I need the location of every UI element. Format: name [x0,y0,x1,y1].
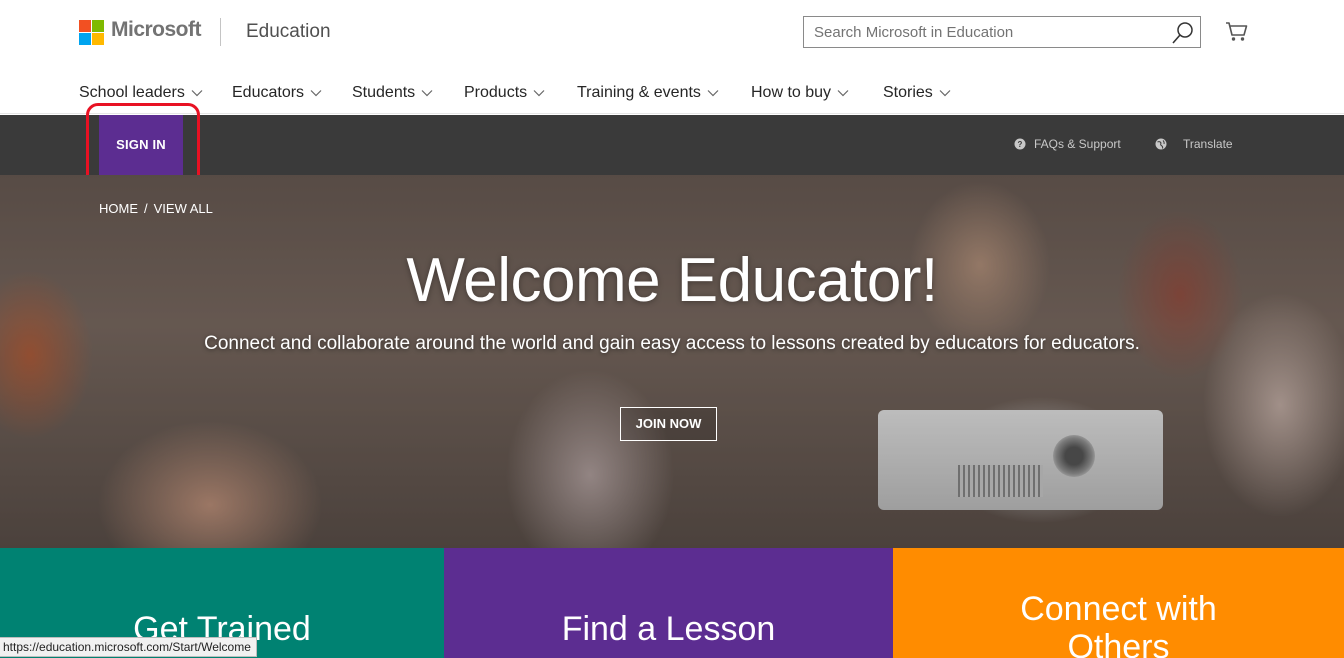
utility-bar: SIGN IN FAQs & Support Translate [0,115,1344,175]
section-name-link[interactable]: Education [246,21,331,43]
nav-item-training-events[interactable]: Training & events [577,84,719,102]
sign-in-button[interactable]: SIGN IN [99,115,183,175]
tile-label: Find a Lesson [561,610,776,648]
nav-item-label: Stories [883,84,933,101]
microsoft-logo-icon[interactable] [79,20,104,45]
status-bar-url: https://education.microsoft.com/Start/We… [0,637,257,657]
search-box [803,16,1201,48]
chevron-down-icon [533,89,545,97]
chevron-down-icon [310,89,322,97]
nav-item-label: Educators [232,84,305,101]
nav-item-stories[interactable]: Stories [883,84,951,102]
hero-title: Welcome Educator! [406,246,938,315]
globe-icon [1155,138,1167,150]
chevron-down-icon [837,89,849,97]
nav-item-students[interactable]: Students [352,84,433,102]
top-header: Microsoft Education [0,0,1344,66]
hero-subtitle: Connect and collaborate around the world… [204,333,1140,354]
nav-item-label: School leaders [79,84,185,101]
chevron-down-icon [707,89,719,97]
nav-item-label: Products [464,84,528,101]
join-now-button[interactable]: JOIN NOW [620,407,717,441]
translate-link[interactable]: Translate [1183,137,1233,151]
tile-label: Connect with Others [1020,590,1217,658]
faqs-support-link[interactable]: FAQs & Support [1034,137,1121,151]
chevron-down-icon [939,89,951,97]
nav-item-educators[interactable]: Educators [232,84,322,102]
breadcrumb: HOME / VIEW ALL [99,201,213,216]
search-icon[interactable] [1170,20,1196,46]
breadcrumb-view-all-link[interactable]: VIEW ALL [154,201,213,216]
search-input[interactable] [804,17,1164,47]
breadcrumb-home-link[interactable]: HOME [99,201,138,216]
svg-text:?: ? [1018,140,1023,149]
nav-item-products[interactable]: Products [464,84,545,102]
tile-find-a-lesson[interactable]: Find a Lesson [444,548,893,658]
nav-item-school-leaders[interactable]: School leaders [79,84,203,102]
brand-divider [220,18,221,46]
breadcrumb-separator: / [144,201,148,216]
nav-item-how-to-buy[interactable]: How to buy [751,84,849,102]
hero-overlay [0,175,1344,548]
shopping-cart-icon[interactable] [1225,21,1249,43]
nav-item-label: Training & events [577,84,701,101]
help-circle-icon: ? [1014,138,1026,150]
tile-connect-with-others[interactable]: Connect with Others [893,548,1344,658]
nav-item-label: Students [352,84,416,101]
nav-item-label: How to buy [751,84,832,101]
main-nav: School leaders Educators Students Produc… [0,66,1344,114]
microsoft-wordmark[interactable]: Microsoft [111,18,202,42]
chevron-down-icon [421,89,433,97]
hero-banner: HOME / VIEW ALL Welcome Educator! Connect … [0,175,1344,548]
chevron-down-icon [191,89,203,97]
